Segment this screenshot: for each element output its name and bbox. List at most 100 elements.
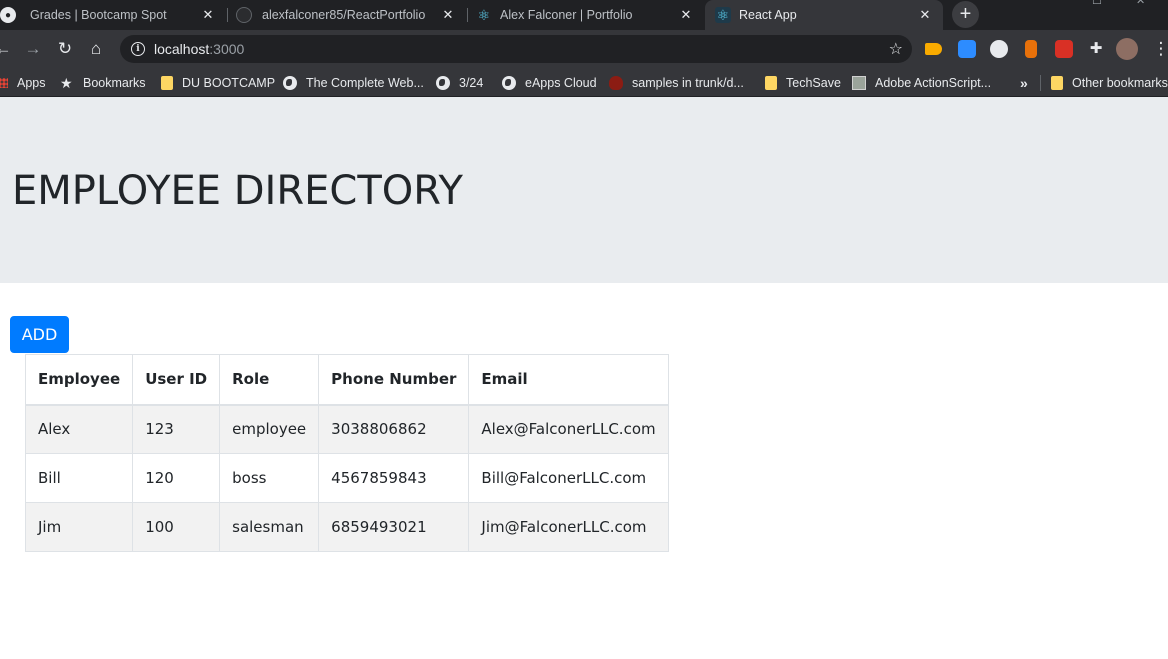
tab-react-app[interactable]: ⚛ React App ✕ [705, 0, 943, 30]
close-tab-icon[interactable]: ✕ [440, 7, 456, 23]
tab-portfolio[interactable]: ⚛ Alex Falconer | Portfolio ✕ [476, 0, 704, 30]
svn-icon [609, 76, 623, 90]
bookmark-label: TechSave [786, 76, 841, 90]
globe-icon [436, 76, 450, 90]
extension-circle-icon[interactable] [990, 40, 1008, 58]
tab-separator [227, 8, 228, 22]
bookmark-eapps-cloud[interactable]: eApps Cloud [502, 73, 597, 93]
github-icon [236, 7, 252, 23]
folder-icon [161, 76, 173, 90]
address-bar[interactable]: i localhost:3000 ☆ [120, 35, 912, 63]
column-header-role[interactable]: Role [219, 354, 320, 406]
bookmarks-overflow-button[interactable]: » [1020, 73, 1028, 93]
extension-bottle-icon[interactable] [1025, 40, 1037, 58]
react-icon: ⚛ [477, 6, 491, 23]
employee-cell: Alex [24, 404, 134, 454]
bookmark-3-24[interactable]: 3/24 [436, 73, 483, 93]
tab-label: alexfalconer85/ReactPortfolio [262, 8, 426, 22]
email-cell: Bill@FalconerLLC.com [468, 453, 669, 503]
bookmark-apps[interactable]: Apps [0, 73, 46, 93]
back-icon[interactable]: ← [0, 38, 14, 60]
extension-red-icon[interactable] [1055, 40, 1073, 58]
bookmark-complete-web[interactable]: The Complete Web... [283, 73, 424, 93]
new-tab-button[interactable]: + [952, 1, 979, 28]
user-id-cell: 120 [132, 453, 221, 503]
maximize-icon[interactable]: ☐ [1092, 0, 1102, 7]
address-port: :3000 [209, 41, 245, 57]
table-row: Alex 123 employee 3038806862 Alex@Falcon… [24, 404, 669, 454]
bookmark-label: Other bookmarks [1072, 76, 1168, 90]
bookmark-samples[interactable]: samples in trunk/d... [609, 73, 744, 93]
tab-label: Grades | Bootcamp Spot [30, 8, 167, 22]
bookmark-adobe-actionscript[interactable]: Adobe ActionScript... [852, 73, 991, 93]
tab-separator [467, 8, 468, 22]
forward-icon[interactable]: → [22, 38, 44, 60]
globe-icon: ● [0, 7, 16, 23]
bookmark-du-bootcamp[interactable]: DU BOOTCAMP [161, 73, 275, 93]
bookmark-label: samples in trunk/d... [632, 76, 744, 90]
apps-icon [0, 78, 8, 88]
close-tab-icon[interactable]: ✕ [200, 7, 216, 23]
phone-cell: 4567859843 [318, 453, 470, 503]
menu-icon[interactable]: ⋮ [1150, 38, 1168, 60]
bookmark-techsave[interactable]: TechSave [765, 73, 841, 93]
overflow-icon: » [1020, 75, 1028, 91]
tab-react-portfolio-repo[interactable]: alexfalconer85/ReactPortfolio ✕ [236, 0, 466, 30]
column-header-phone[interactable]: Phone Number [318, 354, 470, 406]
bookmark-label: DU BOOTCAMP [182, 76, 276, 90]
reload-icon[interactable]: ↻ [54, 38, 76, 60]
bookmark-label: eApps Cloud [525, 76, 597, 90]
globe-icon [283, 76, 297, 90]
table-header-row: Employee User ID Role Phone Number Email [24, 354, 669, 406]
home-icon[interactable]: ⌂ [85, 38, 107, 60]
user-id-cell: 100 [132, 502, 221, 552]
page-title: EMPLOYEE DIRECTORY [12, 168, 463, 214]
tab-label: React App [739, 8, 797, 22]
bookmark-other-bookmarks[interactable]: Other bookmarks [1051, 73, 1168, 93]
tab-label: Alex Falconer | Portfolio [500, 8, 633, 22]
phone-cell: 3038806862 [318, 404, 470, 454]
role-cell: employee [219, 404, 320, 454]
page-icon [852, 76, 866, 90]
close-tab-icon[interactable]: ✕ [678, 7, 694, 23]
site-info-icon[interactable]: i [131, 42, 145, 56]
close-window-icon[interactable]: ✕ [1136, 0, 1145, 7]
tab-grades[interactable]: ● Grades | Bootcamp Spot ✕ [0, 0, 226, 30]
bookmarks-divider [1040, 75, 1041, 91]
role-cell: boss [219, 453, 320, 503]
bookmark-star-icon[interactable]: ☆ [889, 39, 903, 59]
bookmark-label: Apps [17, 76, 46, 90]
tab-strip: ● Grades | Bootcamp Spot ✕ alexfalconer8… [0, 0, 1168, 30]
bookmark-bookmarks[interactable]: ★ Bookmarks [60, 73, 146, 93]
phone-cell: 6859493021 [318, 502, 470, 552]
zoom-extension-icon[interactable] [958, 40, 976, 58]
bookmark-label: Bookmarks [83, 76, 146, 90]
bookmark-label: The Complete Web... [306, 76, 424, 90]
extensions-puzzle-icon[interactable]: ✚ [1085, 38, 1107, 60]
role-cell: salesman [219, 502, 320, 552]
extension-arrow-icon[interactable] [925, 43, 942, 55]
folder-icon [765, 76, 777, 90]
employee-cell: Bill [24, 453, 134, 503]
employee-table: Employee User ID Role Phone Number Email… [24, 354, 669, 552]
add-employee-button[interactable]: ADD [10, 316, 69, 353]
bookmark-label: Adobe ActionScript... [875, 76, 992, 90]
window-controls: ☐ ✕ [1078, 0, 1168, 30]
bookmark-label: 3/24 [459, 76, 484, 90]
user-id-cell: 123 [132, 404, 221, 454]
email-cell: Alex@FalconerLLC.com [468, 404, 669, 454]
avatar[interactable] [1116, 38, 1138, 60]
react-icon: ⚛ [715, 6, 731, 23]
globe-icon [502, 76, 516, 90]
column-header-employee[interactable]: Employee [24, 354, 134, 406]
column-header-user-id[interactable]: User ID [132, 354, 221, 406]
close-tab-icon[interactable]: ✕ [917, 7, 933, 23]
table-row: Jim 100 salesman 6859493021 Jim@Falconer… [24, 502, 669, 552]
column-header-email[interactable]: Email [468, 354, 669, 406]
email-cell: Jim@FalconerLLC.com [468, 502, 669, 552]
folder-icon [1051, 76, 1063, 90]
employee-cell: Jim [24, 502, 134, 552]
table-row: Bill 120 boss 4567859843 Bill@FalconerLL… [24, 453, 669, 503]
address-host: localhost [154, 41, 210, 57]
star-icon: ★ [60, 75, 73, 91]
